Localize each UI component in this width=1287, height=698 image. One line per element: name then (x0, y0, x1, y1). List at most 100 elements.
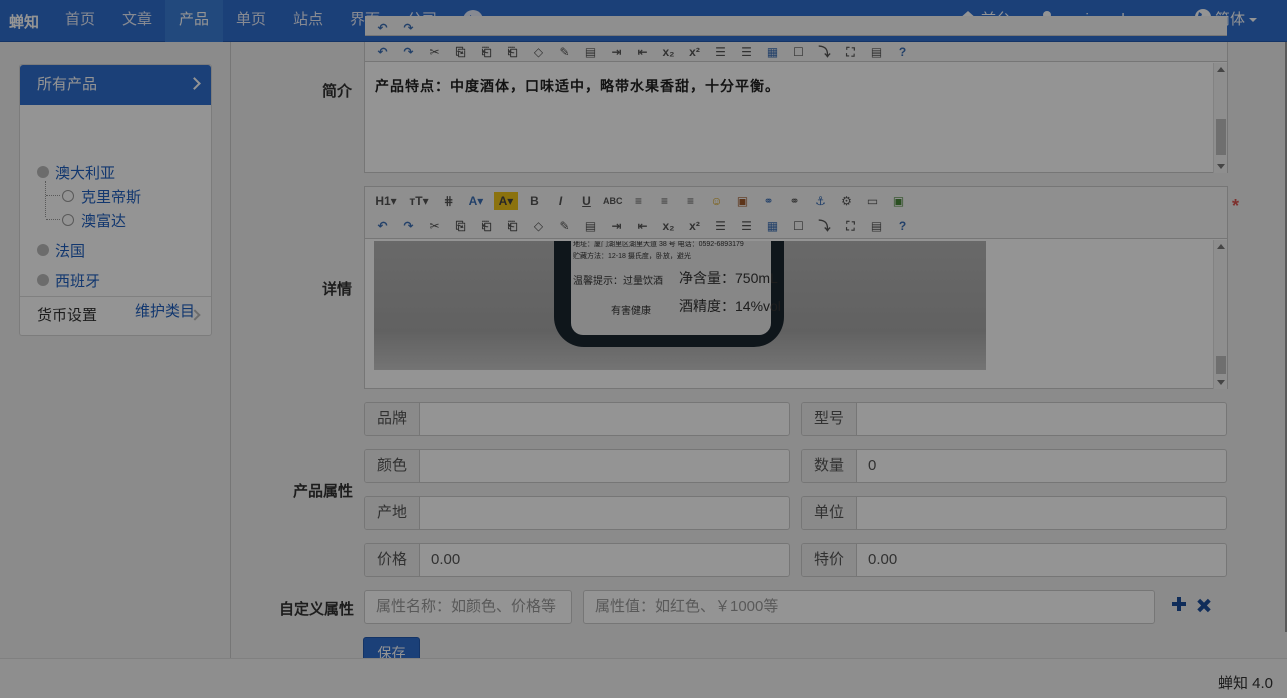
scroll-up-icon[interactable] (1217, 244, 1225, 249)
indent-icon[interactable]: ⇥ (607, 43, 626, 61)
cut-icon[interactable]: ✂ (425, 43, 444, 61)
source-icon[interactable]: ▤ (867, 43, 886, 61)
price-field[interactable]: 价格 0.00 (364, 543, 790, 577)
code-icon[interactable]: ☐ (789, 217, 808, 235)
unit-input[interactable] (857, 497, 1226, 529)
scroll-down-icon[interactable] (1217, 164, 1225, 169)
brush-icon[interactable]: ✎ (555, 43, 574, 61)
color-input[interactable] (420, 450, 789, 482)
insert-icon[interactable]: ⤵ (815, 217, 834, 235)
scroll-down-icon[interactable] (1217, 380, 1225, 385)
promotion-field[interactable]: 特价 0.00 (801, 543, 1227, 577)
settings-icon[interactable]: ⚙ (837, 192, 856, 210)
unordered-list-icon[interactable]: ☰ (737, 43, 756, 61)
nav-item-article[interactable]: 文章 (108, 0, 166, 42)
italic-icon[interactable]: I (551, 192, 570, 210)
tree-node-australia[interactable]: 澳大利亚 (55, 162, 115, 183)
underline-icon[interactable]: U (577, 192, 596, 210)
cut-icon[interactable]: ✂ (425, 217, 444, 235)
undo-icon[interactable]: ↶ (373, 217, 392, 235)
anchor-icon[interactable]: ⚓ (811, 192, 830, 210)
help-icon[interactable]: ? (893, 43, 912, 61)
insert-icon[interactable]: ⤵ (815, 43, 834, 61)
subscript-icon[interactable]: x₂ (659, 43, 678, 61)
scroll-thumb[interactable] (1216, 119, 1226, 155)
tree-node-spain[interactable]: 西班牙 (55, 270, 100, 291)
remove-attribute-icon[interactable] (1197, 599, 1211, 613)
font-color-icon[interactable]: A▾ (465, 192, 487, 210)
help-icon[interactable]: ? (893, 217, 912, 235)
outdent-icon[interactable]: ⇤ (633, 217, 652, 235)
unlink-icon[interactable]: ⚭ (785, 192, 804, 210)
scroll-thumb[interactable] (1216, 356, 1226, 374)
amount-field[interactable]: 数量 0 (801, 449, 1227, 483)
brand-logo[interactable]: 蝉知 (9, 11, 39, 32)
highlight-icon[interactable]: A▾ (494, 192, 518, 210)
brand-input[interactable] (420, 403, 789, 435)
detail-scrollbar[interactable] (1213, 240, 1227, 389)
currency-settings-panel[interactable]: 货币设置 (20, 297, 211, 335)
unit-field[interactable]: 单位 (801, 496, 1227, 530)
image-icon[interactable]: ▣ (733, 192, 752, 210)
outdent-icon[interactable]: ⇤ (633, 43, 652, 61)
undo-icon[interactable]: ↶ (373, 19, 392, 35)
product-image[interactable]: 地址：厦门湖里区湖里大道 38 号 电话：0592-6893179 贮藏方法：1… (374, 241, 986, 370)
nav-item-product[interactable]: 产品 (165, 0, 224, 42)
align-left-icon[interactable]: ≡ (629, 192, 648, 210)
paste-icon[interactable]: ⎗ (477, 217, 496, 235)
ordered-list-icon[interactable]: ☰ (711, 217, 730, 235)
origin-field[interactable]: 产地 (364, 496, 790, 530)
format-icon[interactable]: ▤ (581, 217, 600, 235)
paste-text-icon[interactable]: ⎗ (503, 217, 522, 235)
tree-node-penfolds[interactable]: 克里帝斯 (81, 186, 141, 207)
all-products-header[interactable]: 所有产品 (20, 65, 211, 105)
redo-icon[interactable]: ↷ (399, 19, 418, 35)
align-right-icon[interactable]: ≡ (681, 192, 700, 210)
format-icon[interactable]: ▤ (581, 43, 600, 61)
bold-icon[interactable]: B (525, 192, 544, 210)
intro-content[interactable]: 产品特点：中度酒体，口味适中，略带水果香甜，十分平衡。 (375, 76, 780, 96)
nav-item-site[interactable]: 站点 (279, 0, 337, 42)
redo-icon[interactable]: ↷ (399, 217, 418, 235)
custom-attr-value-input[interactable]: 属性值：如红色、￥1000等 (583, 590, 1155, 624)
picture-icon[interactable]: ▣ (889, 192, 908, 210)
tree-node-france[interactable]: 法国 (55, 240, 85, 261)
paste-icon[interactable]: ⎗ (477, 43, 496, 61)
brush-icon[interactable]: ✎ (555, 217, 574, 235)
fullscreen-icon[interactable]: ⛶ (841, 43, 860, 61)
superscript-icon[interactable]: x² (685, 217, 704, 235)
fullscreen-icon[interactable]: ⛶ (841, 217, 860, 235)
flash-icon[interactable]: ▭ (863, 192, 882, 210)
promotion-input[interactable]: 0.00 (857, 544, 1226, 576)
indent-icon[interactable]: ⇥ (607, 217, 626, 235)
redo-icon[interactable]: ↷ (399, 43, 418, 61)
origin-input[interactable] (420, 497, 789, 529)
source-icon[interactable]: ▤ (867, 217, 886, 235)
amount-input[interactable]: 0 (857, 450, 1226, 482)
superscript-icon[interactable]: x² (685, 43, 704, 61)
emoji-icon[interactable]: ☺ (707, 192, 726, 210)
model-field[interactable]: 型号 (801, 402, 1227, 436)
unordered-list-icon[interactable]: ☰ (737, 217, 756, 235)
undo-icon[interactable]: ↶ (373, 43, 392, 61)
brand-field[interactable]: 品牌 (364, 402, 790, 436)
copy-icon[interactable]: ⎘ (451, 43, 470, 61)
table-icon[interactable]: ▦ (763, 217, 782, 235)
paste-text-icon[interactable]: ⎗ (503, 43, 522, 61)
color-field[interactable]: 颜色 (364, 449, 790, 483)
link-icon[interactable]: ⚭ (759, 192, 778, 210)
table-icon[interactable]: ▦ (763, 43, 782, 61)
copy-icon[interactable]: ⎘ (451, 217, 470, 235)
add-attribute-icon[interactable] (1172, 597, 1186, 611)
price-input[interactable]: 0.00 (420, 544, 789, 576)
nav-item-page[interactable]: 单页 (222, 0, 280, 42)
strikethrough-icon[interactable]: ABC (603, 192, 623, 210)
code-icon[interactable]: ☐ (789, 43, 808, 61)
tree-node-aofuda[interactable]: 澳富达 (81, 210, 126, 231)
eraser-icon[interactable]: ◇ (529, 43, 548, 61)
subscript-icon[interactable]: x₂ (659, 217, 678, 235)
intro-scrollbar[interactable] (1213, 63, 1227, 173)
nav-item-home[interactable]: 首页 (51, 0, 109, 42)
heading-icon[interactable]: H1▾ (373, 192, 399, 210)
align-center-icon[interactable]: ≡ (655, 192, 674, 210)
